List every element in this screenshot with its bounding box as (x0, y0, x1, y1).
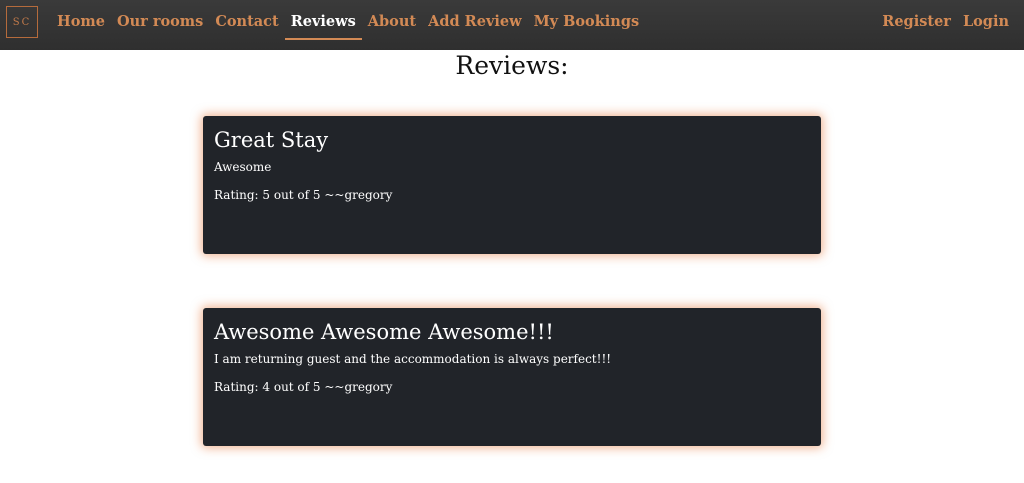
nav-link-my-bookings[interactable]: My Bookings (528, 0, 646, 40)
review-body: I am returning guest and the accommodati… (214, 352, 612, 366)
review-rating: Rating: 5 out of 5 ~~gregory (214, 188, 393, 202)
review-rating: Rating: 4 out of 5 ~~gregory (214, 380, 393, 394)
nav-link-login[interactable]: Login (957, 0, 1015, 40)
nav-link-contact[interactable]: Contact (209, 0, 284, 40)
brand-logo[interactable]: SC (6, 6, 38, 38)
nav-link-register[interactable]: Register (876, 0, 957, 40)
review-body: Awesome (214, 160, 272, 174)
nav-right-group: Register Login (876, 0, 1015, 50)
nav-left-group: Home Our rooms Contact Reviews About Add… (51, 0, 645, 50)
review-card: Awesome Awesome Awesome!!! I am returnin… (203, 308, 821, 446)
nav-link-our-rooms[interactable]: Our rooms (111, 0, 209, 40)
nav-link-about[interactable]: About (362, 0, 422, 40)
review-title: Awesome Awesome Awesome!!! (214, 320, 554, 344)
nav-link-reviews[interactable]: Reviews (284, 0, 362, 40)
nav-link-add-review[interactable]: Add Review (422, 0, 528, 40)
review-card: Great Stay Awesome Rating: 5 out of 5 ~~… (203, 116, 821, 254)
review-title: Great Stay (214, 128, 329, 152)
top-navbar: SC Home Our rooms Contact Reviews About … (0, 0, 1024, 50)
nav-link-home[interactable]: Home (51, 0, 111, 40)
page-title: Reviews: (455, 51, 569, 80)
